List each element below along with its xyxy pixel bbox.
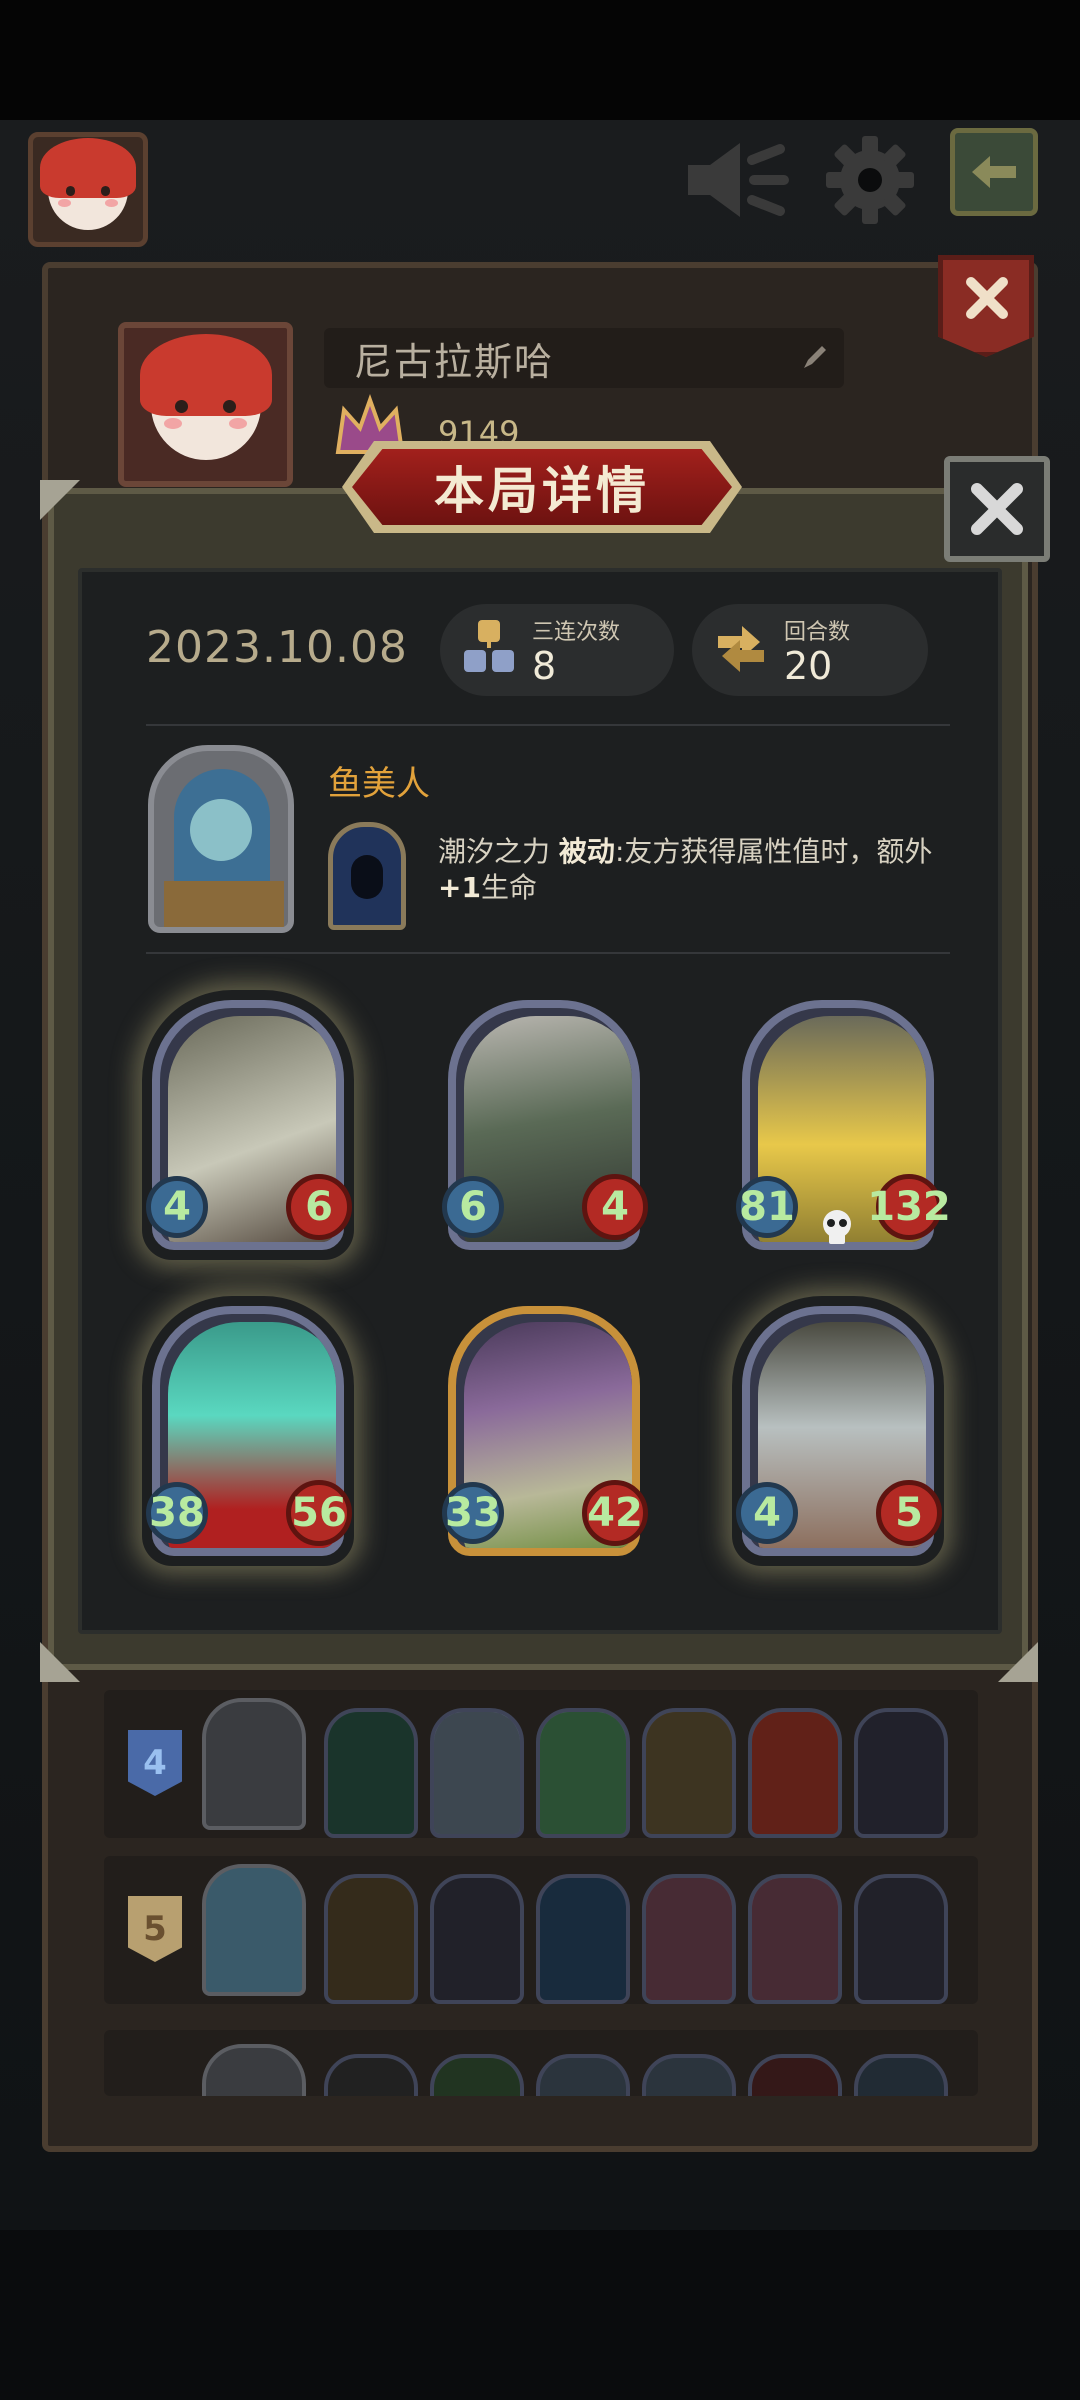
- card-health: 6: [286, 1174, 352, 1240]
- settings-button[interactable]: [820, 130, 920, 230]
- speaker-button[interactable]: [680, 135, 790, 225]
- skill-desc: :友方获得属性值时，额外: [614, 835, 933, 868]
- divider: [146, 724, 950, 726]
- lineup-card: [430, 1708, 524, 1838]
- stat-value: 8: [532, 644, 557, 688]
- card-attack: 81: [736, 1176, 798, 1238]
- minion-card[interactable]: 33 42: [442, 1306, 648, 1556]
- lineup-card: [536, 2054, 630, 2096]
- lineup-card: [324, 1708, 418, 1838]
- rank-badge: 4: [128, 1730, 182, 1796]
- card-health: 56: [286, 1480, 352, 1546]
- lineup-card: [854, 1708, 948, 1838]
- lineup-card: [324, 1874, 418, 2004]
- minion-card[interactable]: 38 56: [146, 1306, 352, 1556]
- card-attack: 6: [442, 1176, 504, 1238]
- skill-icon[interactable]: [328, 822, 406, 930]
- top-background: [0, 0, 1080, 120]
- lineup-card: [430, 2054, 524, 2096]
- card-attack: 38: [146, 1482, 208, 1544]
- match-date: 2023.10.08: [146, 622, 408, 673]
- title-banner: 本局详情: [352, 449, 732, 525]
- lineup-card: [536, 1708, 630, 1838]
- stat-label: 回合数: [784, 620, 851, 645]
- lineup-row[interactable]: [104, 2030, 978, 2096]
- triple-merge-icon: [464, 620, 514, 672]
- lineup-card: [748, 1874, 842, 2004]
- hero-name: 鱼美人: [328, 764, 430, 804]
- lineup-card: [324, 2054, 418, 2096]
- lineup-card: [430, 1874, 524, 2004]
- modal-close-button[interactable]: [944, 456, 1050, 562]
- lineup-hero-portrait: [202, 1864, 306, 1996]
- skill-type: 被动: [558, 835, 615, 868]
- floor-background: [0, 2230, 1080, 2400]
- stat-label: 三连次数: [532, 620, 621, 645]
- card-health: 5: [876, 1480, 942, 1546]
- modal-title: 本局详情: [434, 462, 650, 520]
- lineup-row[interactable]: 5: [104, 1856, 978, 2004]
- speaker-icon: [688, 143, 789, 217]
- back-arrow-icon: [972, 156, 1016, 188]
- minion-card[interactable]: 81 132: [736, 1000, 951, 1250]
- card-health: 42: [582, 1480, 648, 1546]
- lineup-card: [642, 1874, 736, 2004]
- gear-icon: [826, 136, 914, 224]
- skill-desc-bonus: +1: [438, 871, 481, 904]
- close-icon: [966, 277, 1008, 319]
- rank-badge: 5: [128, 1896, 182, 1962]
- stat-value: 20: [784, 644, 833, 688]
- player-avatar: [40, 138, 136, 230]
- lineup-card: [536, 1874, 630, 2004]
- lineup-card: [748, 1708, 842, 1838]
- lineup-row[interactable]: 4: [104, 1690, 978, 1838]
- minion-card[interactable]: 4 5: [736, 1306, 942, 1556]
- lineup-card: [642, 1708, 736, 1838]
- player-name: 尼古拉斯哈: [354, 339, 555, 384]
- player-name-field[interactable]: 尼古拉斯哈: [324, 328, 844, 388]
- lineup-card: [748, 2054, 842, 2096]
- player-avatar-button[interactable]: [28, 132, 148, 247]
- card-attack: 4: [146, 1176, 208, 1238]
- skull-icon: [823, 1210, 851, 1244]
- lineup-hero-portrait: [202, 2044, 306, 2096]
- minion-card[interactable]: 4 6: [146, 1000, 352, 1250]
- hero-portrait[interactable]: [148, 745, 294, 933]
- triple-count-stat: 三连次数 8: [440, 604, 674, 696]
- skill-desc-tail: 生命: [480, 871, 537, 904]
- card-attack: 33: [442, 1482, 504, 1544]
- profile-avatar[interactable]: [118, 322, 293, 487]
- lineup-card: [854, 1874, 948, 2004]
- skill-name: 潮汐之力: [438, 835, 551, 868]
- lineup-hero-portrait: [202, 1698, 306, 1830]
- rounds-stat: 回合数 20: [692, 604, 928, 696]
- card-health: 132: [867, 1174, 951, 1240]
- lineup-card: [854, 2054, 948, 2096]
- card-health: 4: [582, 1174, 648, 1240]
- minion-card[interactable]: 6 4: [442, 1000, 648, 1250]
- divider: [146, 952, 950, 954]
- close-icon: [971, 483, 1023, 535]
- hero-skill-description: 潮汐之力 被动:友方获得属性值时，额外 +1生命: [438, 834, 978, 906]
- profile-close-button[interactable]: [938, 255, 1034, 357]
- rounds-icon: [718, 626, 764, 672]
- edit-pencil-icon[interactable]: [800, 342, 830, 372]
- back-button[interactable]: [950, 128, 1038, 216]
- card-attack: 4: [736, 1482, 798, 1544]
- lineup-card: [642, 2054, 736, 2096]
